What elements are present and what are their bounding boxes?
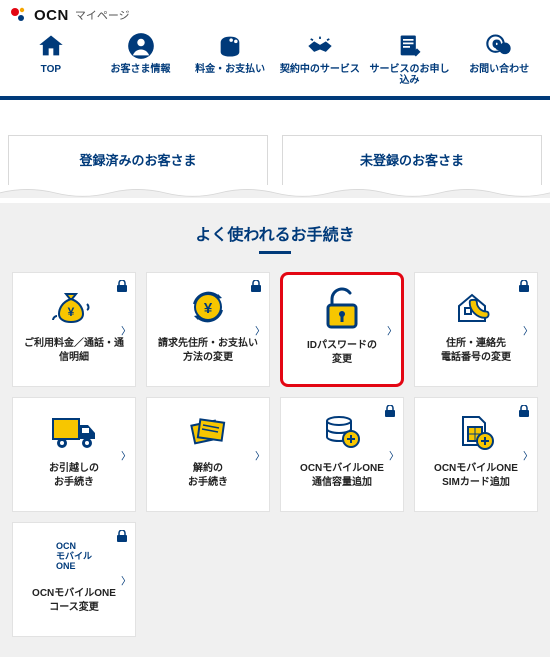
chevron-right-icon: 〉	[255, 447, 265, 462]
card-title: 請求先住所・お支払い 方法の変更	[158, 337, 258, 364]
lock-icon	[251, 279, 261, 297]
ocn-logo-text: OCN	[34, 7, 69, 24]
svg-text:Q: Q	[493, 39, 500, 49]
card-title: OCNモバイルONE 通信容量追加	[300, 462, 384, 489]
chevron-right-icon: 〉	[523, 322, 533, 337]
main-nav: TOP お客さま情報 料金・お支払い 契約中のサービス サービスのお申し込み Q…	[0, 28, 550, 100]
nav-item-top[interactable]: TOP	[6, 32, 96, 86]
wallet-icon	[216, 32, 244, 60]
card-moving[interactable]: 〉 お引越しの お手続き	[12, 397, 136, 512]
card-title: OCNモバイルONE SIMカード追加	[434, 462, 518, 489]
page-label: マイページ	[75, 7, 130, 23]
card-title: 解約の お手続き	[188, 462, 228, 489]
padlock-large-icon	[318, 285, 366, 333]
nav-label: TOP	[41, 64, 61, 75]
chevron-right-icon: 〉	[255, 322, 265, 337]
nav-label: 契約中のサービス	[280, 64, 360, 75]
chevron-right-icon: 〉	[121, 447, 131, 462]
card-title: 住所・連絡先 電話番号の変更	[441, 337, 511, 364]
money-bag-icon: ¥	[51, 283, 97, 331]
card-mobile-one-course-change[interactable]: 〉 OCN モバイル ONE OCNモバイルONE コース変更	[12, 522, 136, 637]
chevron-right-icon: 〉	[389, 447, 399, 462]
card-cancel[interactable]: 〉 解約の お手続き	[146, 397, 270, 512]
lock-icon	[117, 279, 127, 297]
chevron-right-icon: 〉	[121, 322, 131, 337]
tab-unregistered[interactable]: 未登録のお客さま	[282, 135, 542, 185]
card-billing-address-change[interactable]: 〉 ¥ 請求先住所・お支払い 方法の変更	[146, 272, 270, 387]
home-icon	[37, 32, 65, 60]
svg-text:A: A	[503, 47, 508, 54]
sim-plus-icon	[453, 408, 499, 456]
procedures-section: よく使われるお手続き 〉 ¥ ご利用料金／通話・通 信明細 〉 ¥ 請求先住所・…	[0, 203, 550, 657]
chevron-right-icon: 〉	[121, 572, 131, 587]
card-address-phone-change[interactable]: 〉 住所・連絡先 電話番号の変更	[414, 272, 538, 387]
nav-item-services[interactable]: 契約中のサービス	[275, 32, 365, 86]
yen-cycle-icon: ¥	[185, 283, 231, 331]
chevron-right-icon: 〉	[387, 322, 397, 337]
chevron-right-icon: 〉	[523, 447, 533, 462]
tab-registered[interactable]: 登録済みのお客さま	[8, 135, 268, 185]
svg-text:¥: ¥	[204, 300, 213, 317]
card-usage-bill[interactable]: 〉 ¥ ご利用料金／通話・通 信明細	[12, 272, 136, 387]
papers-icon	[185, 408, 231, 456]
card-grid: 〉 ¥ ご利用料金／通話・通 信明細 〉 ¥ 請求先住所・お支払い 方法の変更 …	[12, 272, 538, 637]
nav-label: サービスのお申し込み	[365, 64, 455, 86]
svg-text:¥: ¥	[68, 305, 75, 319]
document-pen-icon	[396, 32, 424, 60]
lock-icon	[385, 404, 395, 422]
chat-qa-icon: QA	[485, 32, 513, 60]
ocn-mobile-one-logo-icon: OCN モバイル ONE	[56, 533, 92, 581]
card-mobile-one-data-add[interactable]: 〉 OCNモバイルONE 通信容量追加	[280, 397, 404, 512]
nav-label: お客さま情報	[111, 64, 171, 75]
nav-item-billing[interactable]: 料金・お支払い	[185, 32, 275, 86]
lock-icon	[519, 404, 529, 422]
customer-tabs: 登録済みのお客さま 未登録のお客さま	[8, 135, 542, 185]
nav-label: お問い合わせ	[469, 64, 529, 75]
nav-item-customer-info[interactable]: お客さま情報	[96, 32, 186, 86]
wave-divider	[0, 186, 550, 198]
nav-label: 料金・お支払い	[195, 64, 265, 75]
lock-icon	[519, 279, 529, 297]
section-title: よく使われるお手続き	[12, 221, 538, 245]
title-underline	[259, 251, 291, 254]
card-title: お引越しの お手続き	[49, 462, 99, 489]
truck-icon	[49, 408, 99, 456]
nav-item-contact[interactable]: QA お問い合わせ	[454, 32, 544, 86]
card-mobile-one-sim-add[interactable]: 〉 OCNモバイルONE SIMカード追加	[414, 397, 538, 512]
database-plus-icon	[319, 408, 365, 456]
house-phone-icon	[453, 283, 499, 331]
ocn-logo-mark	[10, 6, 28, 24]
lock-icon	[117, 529, 127, 547]
card-title: OCNモバイルONE コース変更	[32, 587, 116, 614]
handshake-icon	[306, 32, 334, 60]
nav-item-apply[interactable]: サービスのお申し込み	[365, 32, 455, 86]
header-bar: OCN マイページ	[0, 0, 550, 28]
person-circle-icon	[127, 32, 155, 60]
card-title: IDパスワードの 変更	[307, 339, 377, 366]
card-id-password-change[interactable]: 〉 IDパスワードの 変更	[280, 272, 404, 387]
card-title: ご利用料金／通話・通 信明細	[24, 337, 124, 364]
